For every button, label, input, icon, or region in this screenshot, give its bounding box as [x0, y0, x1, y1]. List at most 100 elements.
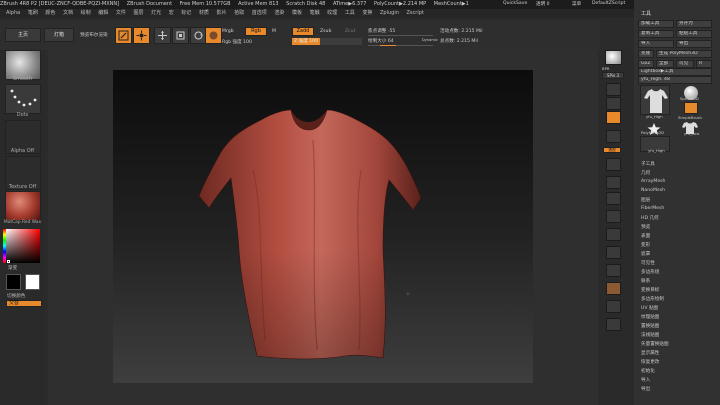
tool-menu-item[interactable]: NanoMesh: [641, 188, 665, 193]
menu-item[interactable]: 变换: [362, 10, 372, 16]
dynamic-button[interactable]: Dynamic: [422, 38, 438, 42]
export-button[interactable]: 导出: [676, 40, 712, 48]
rgb-button[interactable]: Rgb: [245, 27, 267, 36]
zcut-button[interactable]: Zcut: [345, 29, 355, 34]
menu-item[interactable]: 文件: [116, 10, 126, 16]
tool-menu-item[interactable]: 预览: [641, 224, 650, 230]
import-button[interactable]: 导入: [638, 40, 674, 48]
goz-button[interactable]: GoZ: [638, 60, 654, 68]
material-sphere-button[interactable]: [205, 27, 222, 44]
local-icon[interactable]: [606, 176, 621, 189]
spix-slider[interactable]: SPix 3: [602, 72, 624, 79]
scale-button[interactable]: [172, 27, 189, 44]
actual-icon[interactable]: [606, 111, 621, 124]
copy-tool-button[interactable]: 复制工具: [638, 30, 674, 38]
tool-menu-item[interactable]: ArrayMesh: [641, 179, 665, 184]
tool-menu-item[interactable]: 几何: [641, 170, 650, 176]
scroll-icon[interactable]: [606, 83, 621, 96]
make-polymesh-button[interactable]: 生成 PolyMesh3D: [656, 50, 712, 58]
menus-toggle[interactable]: 菜单: [572, 1, 581, 7]
switch-color-button[interactable]: 切换颜色: [7, 293, 25, 299]
home-button[interactable]: 主页: [5, 28, 41, 42]
default-script-button[interactable]: DefaultZScript: [592, 1, 625, 6]
r-button[interactable]: R: [696, 60, 712, 68]
tool-menu-item[interactable]: 表面: [641, 233, 650, 239]
menu-item[interactable]: 渲染: [274, 10, 284, 16]
save-as-button[interactable]: 另存为: [676, 20, 712, 28]
tool-menu-item[interactable]: 多边形绘制: [641, 296, 664, 302]
hue-strip[interactable]: [3, 229, 6, 263]
clone-button[interactable]: 克隆: [638, 50, 654, 58]
tool-menu-item[interactable]: 纹理贴图: [641, 314, 659, 320]
tool-menu-item[interactable]: 变换目标: [641, 287, 659, 293]
alternate-button[interactable]: 交替: [6, 300, 42, 307]
draw-size-slider[interactable]: 绘制大小 64: [368, 38, 394, 44]
menu-item[interactable]: 影片: [217, 10, 227, 16]
menu-item[interactable]: 模板: [292, 10, 302, 16]
z-intensity-slider[interactable]: Z 强度 100: [292, 38, 362, 45]
edit-button[interactable]: [115, 27, 132, 44]
tool-menu-item[interactable]: 联系: [641, 278, 650, 284]
zadd-button[interactable]: Zadd: [292, 27, 314, 36]
tool-menu-item[interactable]: 图层: [641, 197, 650, 203]
menu-item[interactable]: 文档: [63, 10, 73, 16]
tool-menu-item[interactable]: 变形: [641, 242, 650, 248]
menu-item[interactable]: 工具: [345, 10, 355, 16]
focal-shift-slider[interactable]: 焦点调整 -55: [368, 28, 395, 34]
color-picker-marker[interactable]: [7, 260, 10, 263]
move-button[interactable]: [154, 27, 171, 44]
secondary-color-swatch[interactable]: [25, 274, 40, 290]
tool-menu-item[interactable]: 导入: [641, 377, 650, 383]
tool-menu-item[interactable]: UV 贴图: [641, 305, 658, 311]
m-button[interactable]: M: [272, 29, 276, 34]
tool-menu-item[interactable]: 置换贴图: [641, 323, 659, 329]
polyframe-icon[interactable]: [606, 282, 621, 295]
menu-item[interactable]: 首选项: [252, 10, 267, 16]
tool-menu-item[interactable]: 可见性: [641, 260, 655, 266]
lightbox-button[interactable]: 灯箱: [44, 28, 74, 42]
tool-menu-item[interactable]: 显示属性: [641, 350, 659, 356]
tool-menu-item[interactable]: 多边形组: [641, 269, 659, 275]
quicksave-button[interactable]: QuickSave: [503, 1, 527, 6]
transparency-icon[interactable]: [606, 300, 621, 313]
tool-menu-item[interactable]: 矢量置换贴图: [641, 341, 669, 347]
menu-item[interactable]: 宏: [169, 10, 174, 16]
material-thumbnail[interactable]: [5, 191, 41, 221]
floor-icon[interactable]: [606, 158, 621, 171]
menu-item[interactable]: 纹理: [327, 10, 337, 16]
menu-item[interactable]: 编辑: [98, 10, 108, 16]
zsub-button[interactable]: Zsub: [320, 29, 331, 34]
load-tool-button[interactable]: 加载工具: [638, 20, 674, 28]
tool-menu-item[interactable]: FiberMesh: [641, 206, 664, 211]
stroke-thumbnail[interactable]: [5, 84, 41, 114]
menu-item[interactable]: 材质: [199, 10, 209, 16]
menu-item[interactable]: 标记: [181, 10, 191, 16]
paste-tool-button[interactable]: 粘贴工具: [676, 30, 712, 38]
xpose-icon[interactable]: [606, 318, 621, 331]
color-picker[interactable]: [3, 229, 40, 263]
menu-item[interactable]: 笔触: [310, 10, 320, 16]
rotate3d-icon[interactable]: [606, 264, 621, 277]
current-tool-slider[interactable]: yfu_High. 48: [638, 76, 712, 84]
menu-item[interactable]: 灯光: [151, 10, 161, 16]
move3d-icon[interactable]: [606, 228, 621, 241]
mrgb-button[interactable]: Mrgb: [222, 29, 234, 34]
scale3d-icon[interactable]: [606, 246, 621, 259]
tool-menu-item[interactable]: 导出: [641, 386, 650, 392]
menu-item[interactable]: Zplugin: [380, 10, 399, 16]
tool-thumb-yfu-high[interactable]: [640, 85, 670, 115]
aahalf-icon[interactable]: [606, 130, 621, 143]
perspective-button[interactable]: 透视: [603, 147, 621, 153]
gxyz-icon[interactable]: [606, 192, 621, 205]
zoom-icon[interactable]: [606, 97, 621, 110]
frame-icon[interactable]: [606, 210, 621, 223]
simple-brush-icon[interactable]: [684, 102, 698, 114]
rgb-intensity-slider[interactable]: Rgb 强度 100: [222, 39, 252, 45]
main-color-swatch[interactable]: [6, 274, 21, 290]
tool-menu-item[interactable]: 初始化: [641, 368, 655, 374]
bpr-icon[interactable]: [605, 50, 622, 65]
tool-menu-item[interactable]: 恢复更改: [641, 359, 659, 365]
menu-item[interactable]: 绘制: [81, 10, 91, 16]
shirt-model[interactable]: [113, 70, 533, 383]
tool-menu-item[interactable]: 遮罩: [641, 251, 650, 257]
